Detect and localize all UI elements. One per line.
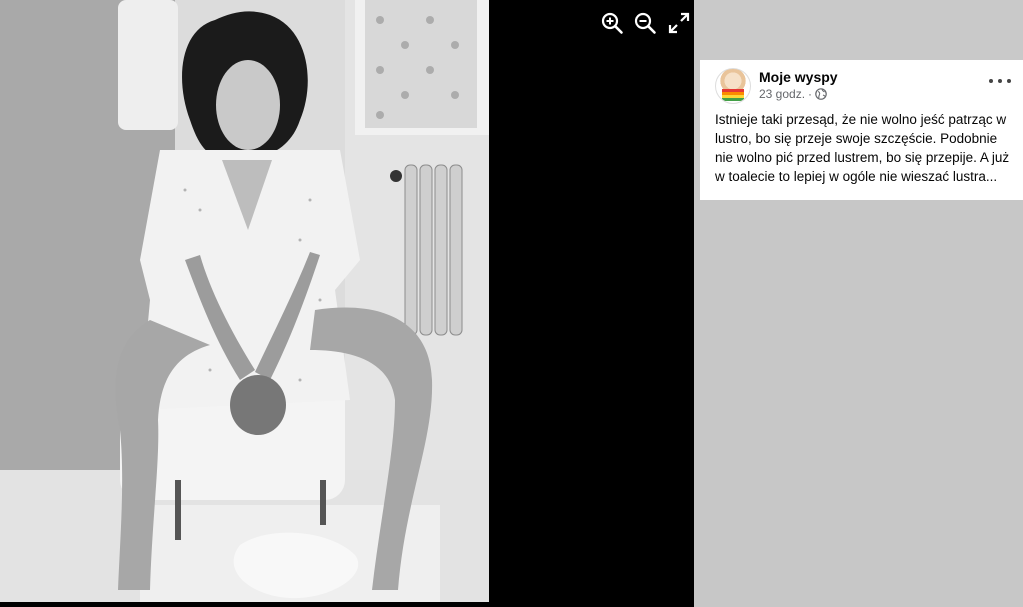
post-side-panel: Moje wyspy 23 godz. · Istnieje taki prze… (694, 0, 1023, 607)
post-card: Moje wyspy 23 godz. · Istnieje taki prze… (700, 60, 1023, 200)
zoom-in-icon (601, 12, 623, 34)
photo-viewer (0, 0, 694, 607)
globe-icon[interactable] (815, 88, 827, 100)
side-panel-header (694, 0, 1023, 60)
post-photo[interactable] (0, 0, 489, 602)
post-meta: 23 godz. · (759, 87, 827, 101)
more-options-dot (1007, 79, 1011, 83)
fullscreen-button[interactable] (665, 9, 693, 37)
zoom-out-icon (634, 12, 656, 34)
expand-icon (668, 12, 690, 34)
zoom-out-button[interactable] (631, 9, 659, 37)
more-options-dot (998, 79, 1002, 83)
post-time[interactable]: 23 godz. (759, 87, 805, 101)
more-options-button[interactable] (989, 74, 1011, 88)
author-name[interactable]: Moje wyspy (759, 69, 838, 85)
post-text: Istnieje taki przesąd, że nie wolno jeść… (715, 112, 1010, 184)
more-options-icon (989, 79, 993, 83)
photo-illustration (0, 0, 489, 602)
author-avatar[interactable] (715, 68, 751, 104)
zoom-in-button[interactable] (598, 9, 626, 37)
meta-separator: · (808, 87, 813, 101)
